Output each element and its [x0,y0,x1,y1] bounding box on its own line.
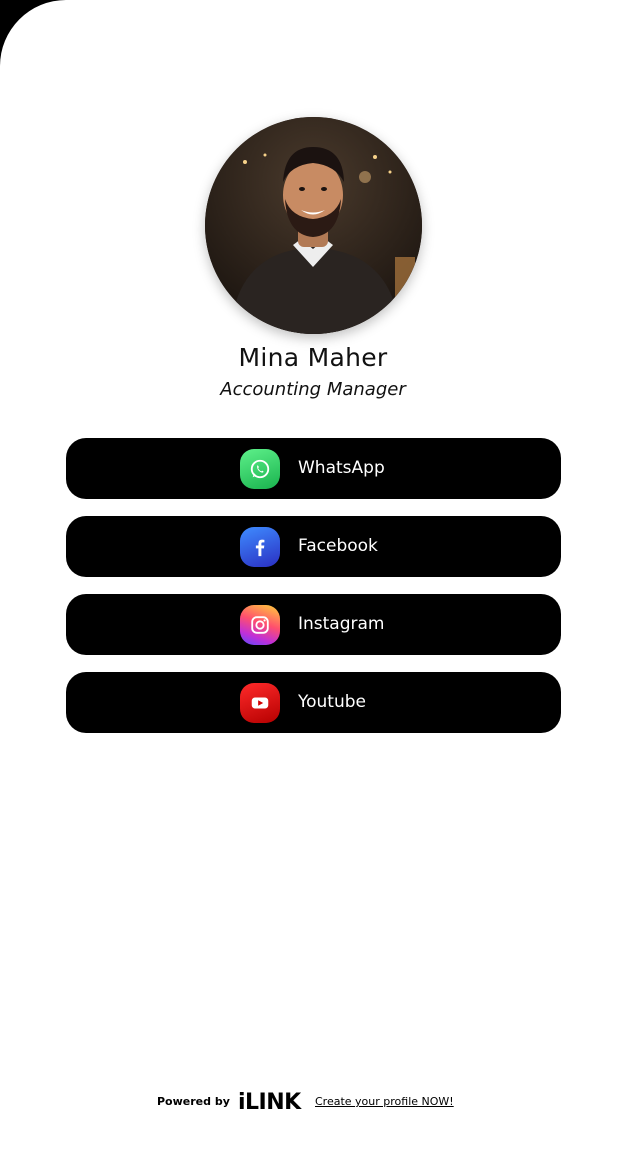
whatsapp-label: WhatsApp [298,458,385,478]
create-profile-link[interactable]: Create your profile NOW! [315,1095,454,1108]
youtube-label: Youtube [298,692,366,712]
ilink-logo[interactable]: iLINK [238,1090,301,1115]
whatsapp-icon [240,449,280,489]
whatsapp-button[interactable]: WhatsApp [66,438,561,499]
profile-card: Mina Maher Accounting Manager WhatsApp F… [0,0,626,1156]
facebook-label: Facebook [298,536,378,556]
facebook-button[interactable]: Facebook [66,516,561,577]
avatar [205,117,422,334]
instagram-icon [240,605,280,645]
youtube-button[interactable]: Youtube [66,672,561,733]
powered-by-text: Powered by [157,1095,230,1108]
instagram-label: Instagram [298,614,385,634]
profile-name: Mina Maher [238,343,388,372]
facebook-icon [240,527,280,567]
instagram-button[interactable]: Instagram [66,594,561,655]
footer: Powered by iLINK Create your profile NOW… [0,1090,626,1116]
youtube-icon [240,683,280,723]
profile-title: Accounting Manager [220,379,406,400]
